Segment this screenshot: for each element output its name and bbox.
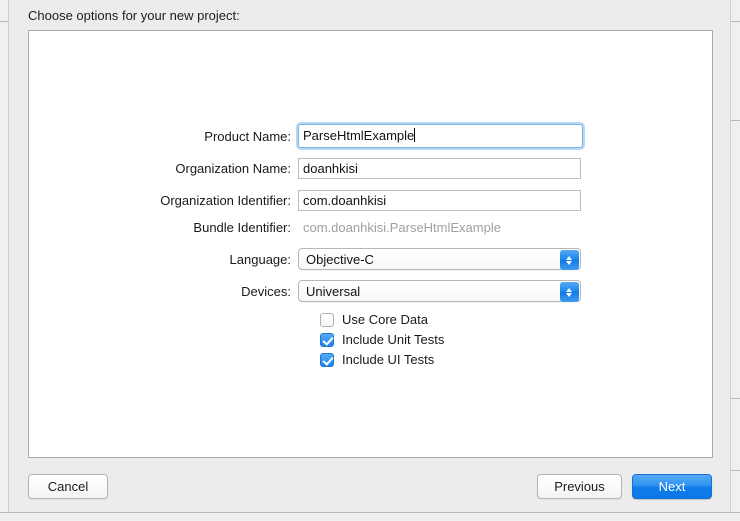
devices-value: Universal bbox=[306, 283, 361, 299]
organization-identifier-value: com.doanhkisi bbox=[303, 193, 387, 208]
product-name-input[interactable]: ParseHtmlExample bbox=[298, 124, 583, 148]
organization-identifier-input[interactable]: com.doanhkisi bbox=[298, 190, 581, 211]
form-row-language: Language: Objective-C bbox=[29, 248, 712, 270]
page-title: Choose options for your new project: bbox=[28, 8, 240, 23]
form-row-organization-name: Organization Name: doanhkisi bbox=[29, 158, 712, 179]
organization-name-input[interactable]: doanhkisi bbox=[298, 158, 581, 179]
form-row-product-name: Product Name: ParseHtmlExample bbox=[29, 124, 712, 148]
bundle-identifier-value: com.doanhkisi.ParseHtmlExample bbox=[303, 220, 501, 235]
checkbox-label: Include UI Tests bbox=[342, 352, 435, 367]
checkbox-label: Include Unit Tests bbox=[342, 332, 445, 347]
cancel-button[interactable]: Cancel bbox=[28, 474, 108, 499]
checkbox-box[interactable] bbox=[320, 332, 334, 347]
edge-divider bbox=[731, 398, 740, 399]
checkbox-box[interactable] bbox=[320, 352, 334, 367]
organization-name-value: doanhkisi bbox=[303, 161, 358, 176]
checkbox-label: Use Core Data bbox=[342, 312, 428, 327]
chevron-up-icon bbox=[566, 287, 573, 292]
next-button[interactable]: Next bbox=[632, 474, 712, 499]
edge-divider bbox=[0, 21, 8, 22]
language-stepper[interactable] bbox=[560, 250, 579, 270]
form-row-devices: Devices: Universal bbox=[29, 280, 712, 302]
edge-divider bbox=[731, 21, 740, 22]
product-name-value: ParseHtmlExample bbox=[303, 128, 415, 143]
devices-stepper[interactable] bbox=[560, 282, 579, 302]
options-panel: Product Name: ParseHtmlExample Organizat… bbox=[28, 30, 713, 458]
label-devices: Devices: bbox=[241, 283, 291, 299]
form-row-bundle-identifier: Bundle Identifier: com.doanhkisi.ParseHt… bbox=[29, 220, 712, 235]
form-row-organization-identifier: Organization Identifier: com.doanhkisi bbox=[29, 190, 712, 211]
checkbox-include-ui-tests[interactable]: Include UI Tests bbox=[320, 352, 434, 367]
window-left-edge bbox=[0, 0, 8, 521]
checkbox-box[interactable] bbox=[320, 312, 334, 327]
window-right-edge bbox=[731, 0, 740, 521]
chevron-down-icon bbox=[566, 292, 573, 297]
window-bottom-edge bbox=[0, 512, 740, 521]
devices-select[interactable]: Universal bbox=[298, 280, 581, 302]
edge-divider bbox=[731, 470, 740, 471]
checkbox-use-core-data[interactable]: Use Core Data bbox=[320, 312, 428, 327]
label-product-name: Product Name: bbox=[204, 128, 291, 144]
chevron-up-icon bbox=[566, 255, 573, 260]
new-project-options-sheet: Choose options for your new project: Pro… bbox=[8, 0, 731, 512]
chevron-down-icon bbox=[566, 260, 573, 265]
label-organization-identifier: Organization Identifier: bbox=[160, 193, 291, 208]
edge-divider bbox=[731, 120, 740, 121]
label-language: Language: bbox=[229, 251, 291, 267]
language-value: Objective-C bbox=[306, 251, 374, 267]
screen: Choose options for your new project: Pro… bbox=[0, 0, 740, 521]
language-select[interactable]: Objective-C bbox=[298, 248, 581, 270]
text-caret bbox=[414, 128, 416, 142]
label-organization-name: Organization Name: bbox=[175, 161, 291, 176]
edge-divider bbox=[0, 512, 740, 513]
previous-button[interactable]: Previous bbox=[537, 474, 622, 499]
checkbox-include-unit-tests[interactable]: Include Unit Tests bbox=[320, 332, 444, 347]
label-bundle-identifier: Bundle Identifier: bbox=[193, 220, 291, 235]
